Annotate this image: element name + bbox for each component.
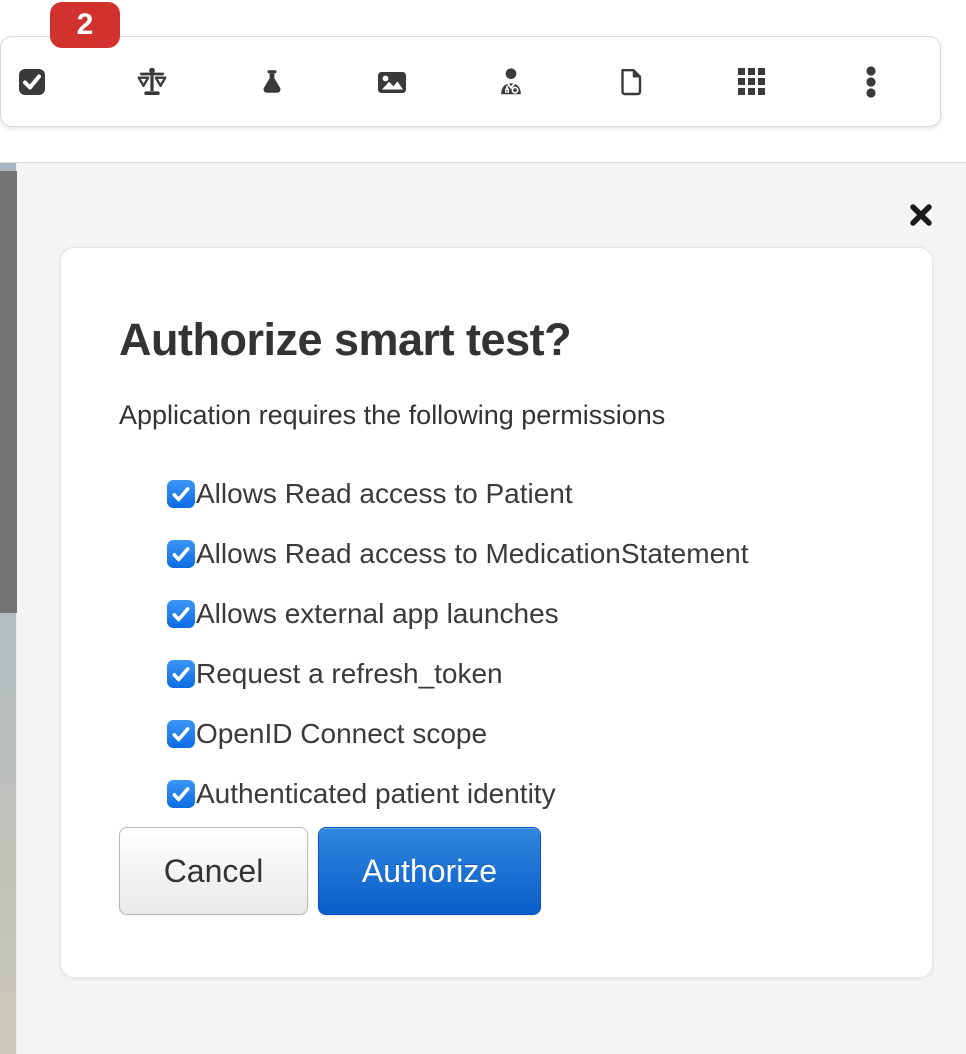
notification-badge: 2: [50, 2, 120, 48]
close-icon[interactable]: [908, 201, 934, 229]
document-icon[interactable]: [614, 65, 648, 99]
permission-checkbox[interactable]: [167, 660, 195, 688]
permission-label: Allows external app launches: [196, 598, 559, 630]
permissions-list: Allows Read access to Patient Allows Rea…: [167, 480, 749, 840]
authorize-dialog: Authorize smart test? Application requir…: [60, 247, 933, 978]
toolbar: [0, 36, 941, 127]
permission-row: OpenID Connect scope: [167, 720, 749, 748]
scrollbar-thumb[interactable]: [0, 171, 17, 613]
scrollbar-track[interactable]: [0, 163, 17, 1054]
permission-row: Allows Read access to MedicationStatemen…: [167, 540, 749, 568]
dialog-subtitle: Application requires the following permi…: [119, 400, 665, 431]
permission-row: Request a refresh_token: [167, 660, 749, 688]
cancel-button[interactable]: Cancel: [119, 827, 308, 915]
permission-label: Allows Read access to Patient: [196, 478, 573, 510]
permission-row: Allows external app launches: [167, 600, 749, 628]
permission-label: Authenticated patient identity: [196, 778, 556, 810]
permission-label: Allows Read access to MedicationStatemen…: [196, 538, 749, 570]
permission-checkbox[interactable]: [167, 540, 195, 568]
badge-count: 2: [77, 8, 94, 42]
apps-grid-icon[interactable]: [734, 65, 768, 99]
dialog-actions: Cancel Authorize: [119, 827, 541, 915]
balance-scale-icon[interactable]: [135, 65, 169, 99]
doctor-icon[interactable]: [494, 65, 528, 99]
permission-label: OpenID Connect scope: [196, 718, 487, 750]
authorize-button[interactable]: Authorize: [318, 827, 541, 915]
permission-checkbox[interactable]: [167, 720, 195, 748]
permission-checkbox[interactable]: [167, 600, 195, 628]
permission-label: Request a refresh_token: [196, 658, 503, 690]
permission-checkbox[interactable]: [167, 480, 195, 508]
permission-checkbox[interactable]: [167, 780, 195, 808]
permission-row: Allows Read access to Patient: [167, 480, 749, 508]
image-icon[interactable]: [375, 65, 409, 99]
modal-overlay: Authorize smart test? Application requir…: [0, 162, 966, 1054]
lab-flask-icon[interactable]: [255, 65, 289, 99]
checked-task-icon[interactable]: [15, 65, 49, 99]
dialog-title: Authorize smart test?: [119, 314, 571, 366]
kebab-menu-icon[interactable]: [854, 65, 888, 99]
permission-row: Authenticated patient identity: [167, 780, 749, 808]
